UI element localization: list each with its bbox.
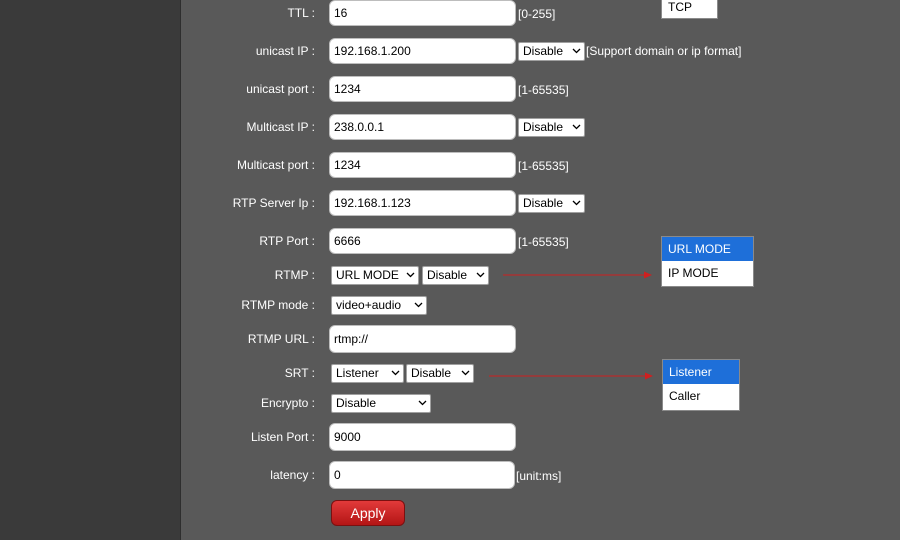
- rtp-port-label: RTP Port :: [259, 234, 315, 248]
- rtmp-av-mode-select[interactable]: video+audio: [331, 296, 427, 315]
- ttl-range-hint: [0-255]: [518, 7, 556, 21]
- chevron-down-icon: [461, 370, 470, 376]
- encrypto-label: Encrypto :: [260, 396, 315, 410]
- rtmp-url-label: RTMP URL :: [247, 332, 315, 346]
- dropdown-option-listener[interactable]: Listener: [663, 360, 739, 384]
- unicast-port-label: unicast port :: [246, 82, 315, 96]
- unicast-ip-label: unicast IP :: [255, 44, 315, 58]
- apply-button[interactable]: Apply: [331, 500, 405, 526]
- latency-label: latency :: [270, 468, 315, 482]
- multicast-port-range-hint: [1-65535]: [518, 159, 569, 173]
- rtp-server-ip-enable-select[interactable]: Disable: [518, 194, 585, 213]
- dropdown-option-tcp[interactable]: TCP: [662, 0, 717, 19]
- sidebar: [0, 0, 181, 540]
- rtp-server-ip-label: RTP Server Ip :: [232, 196, 315, 210]
- chevron-down-icon: [572, 124, 581, 130]
- rtmp-mode-dropdown-list: URL MODE IP MODE: [661, 236, 754, 287]
- unicast-port-range-hint: [1-65535]: [518, 83, 569, 97]
- chevron-down-icon: [476, 272, 485, 278]
- multicast-ip-select-value: Disable: [523, 120, 564, 134]
- rtmp-mode-select-value: URL MODE: [336, 268, 399, 282]
- unicast-ip-enable-select[interactable]: Disable: [518, 42, 585, 61]
- rtp-port-range-hint: [1-65535]: [518, 235, 569, 249]
- chevron-down-icon: [572, 48, 581, 54]
- dropdown-option-ip-mode[interactable]: IP MODE: [662, 261, 753, 285]
- arrow-right-icon: [503, 271, 652, 279]
- multicast-ip-input[interactable]: 238.0.0.1: [329, 114, 516, 140]
- multicast-port-input[interactable]: 1234: [329, 152, 516, 178]
- srt-mode-select-value: Listener: [336, 366, 379, 380]
- rtmp-av-mode-select-value: video+audio: [336, 298, 402, 312]
- rtp-port-input[interactable]: 6666: [329, 228, 516, 254]
- rtmp-label: RTMP :: [274, 268, 315, 282]
- srt-enable-select-value: Disable: [411, 366, 452, 380]
- rtmp-enable-select[interactable]: Disable: [422, 266, 489, 285]
- protocol-dropdown-list: TCP: [661, 0, 718, 19]
- arrow-right-icon: [489, 372, 653, 380]
- dropdown-option-caller[interactable]: Caller: [663, 384, 739, 408]
- ttl-label: TTL :: [287, 6, 315, 20]
- rtp-server-ip-select-value: Disable: [523, 196, 564, 210]
- chevron-down-icon: [391, 370, 400, 376]
- listen-port-input[interactable]: 9000: [329, 423, 516, 451]
- chevron-down-icon: [414, 302, 423, 308]
- dropdown-option-url-mode[interactable]: URL MODE: [662, 237, 753, 261]
- multicast-ip-enable-select[interactable]: Disable: [518, 118, 585, 137]
- rtmp-url-input[interactable]: rtmp://: [329, 325, 516, 353]
- srt-mode-dropdown-list: Listener Caller: [662, 359, 740, 411]
- chevron-down-icon: [406, 272, 415, 278]
- multicast-port-label: Multicast port :: [236, 158, 315, 172]
- latency-unit-hint: [unit:ms]: [516, 469, 562, 483]
- rtmp-mode-select[interactable]: URL MODE: [331, 266, 419, 285]
- srt-label: SRT :: [284, 366, 315, 380]
- chevron-down-icon: [572, 200, 581, 206]
- encrypto-select-value: Disable: [336, 396, 377, 410]
- latency-input[interactable]: 0: [329, 461, 515, 489]
- srt-mode-select[interactable]: Listener: [331, 364, 404, 383]
- encrypto-select[interactable]: Disable: [331, 394, 431, 413]
- multicast-ip-label: Multicast IP :: [246, 120, 315, 134]
- srt-enable-select[interactable]: Disable: [406, 364, 474, 383]
- unicast-ip-select-value: Disable: [523, 44, 564, 58]
- chevron-down-icon: [418, 400, 427, 406]
- unicast-ip-input[interactable]: 192.168.1.200: [329, 38, 516, 64]
- unicast-ip-hint: [Support domain or ip format]: [586, 44, 742, 58]
- unicast-port-input[interactable]: 1234: [329, 76, 516, 102]
- rtmp-enable-select-value: Disable: [427, 268, 468, 282]
- listen-port-label: Listen Port :: [250, 430, 315, 444]
- ttl-input[interactable]: 16: [329, 0, 516, 26]
- rtmp-mode-label: RTMP mode :: [241, 298, 315, 312]
- rtp-server-ip-input[interactable]: 192.168.1.123: [329, 190, 516, 216]
